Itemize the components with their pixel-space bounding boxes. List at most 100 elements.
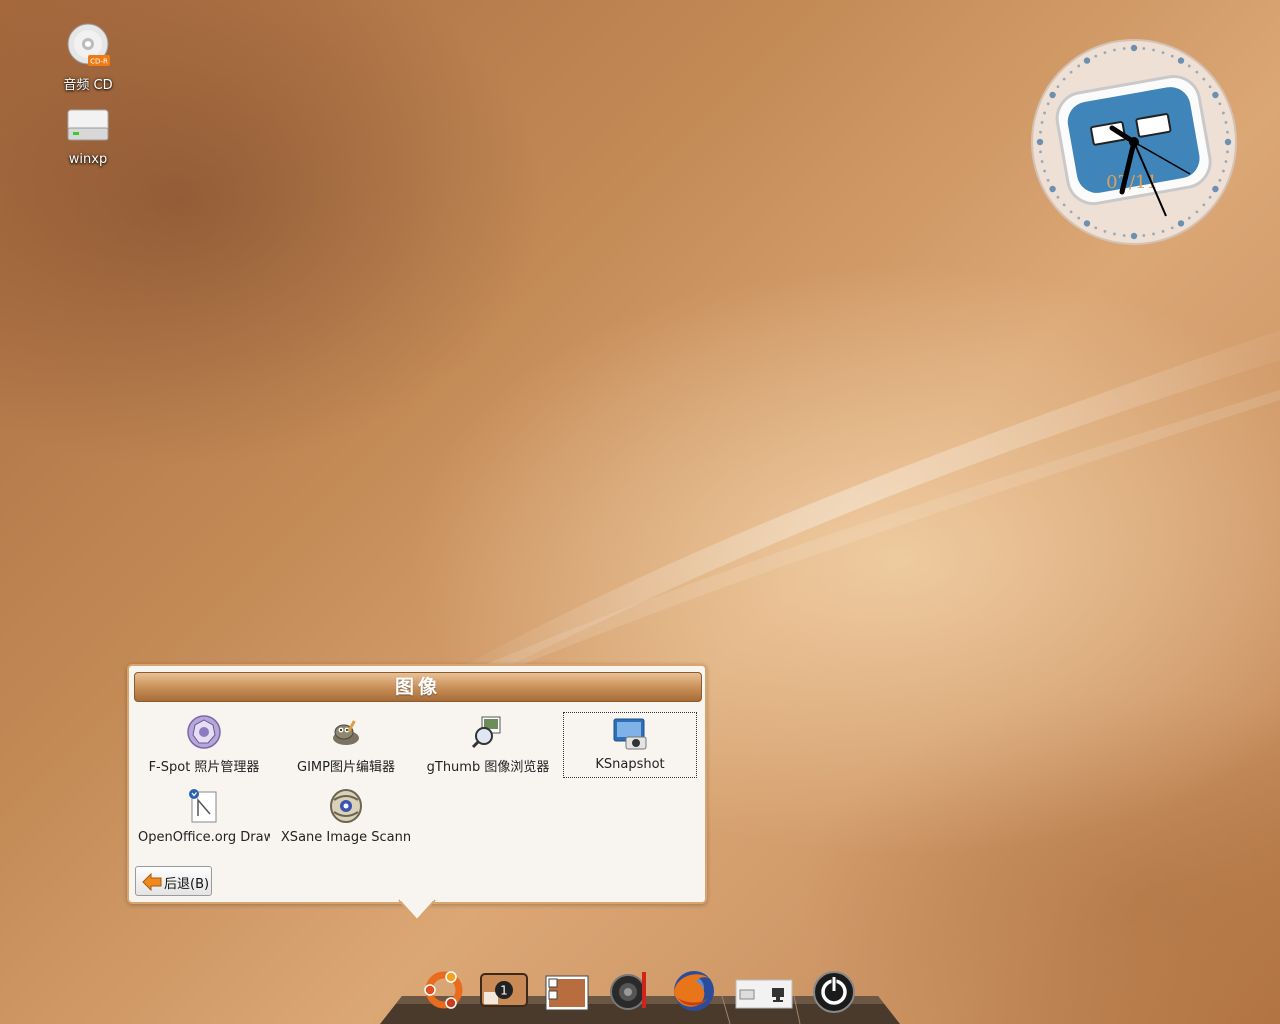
hard-drive-icon (67, 109, 109, 141)
clock-minute-marker (1202, 203, 1206, 207)
clock-minute-marker (1069, 70, 1073, 74)
clock-minute-marker (1094, 54, 1098, 58)
launcher-label: OpenOffice.org Draw (138, 830, 270, 845)
clock-hour-marker (1130, 44, 1138, 52)
clock-minute-marker (1122, 234, 1126, 237)
stack-pointer-arrow (398, 898, 436, 922)
clock-minute-marker (1221, 169, 1225, 173)
clock-minute-marker (1062, 77, 1066, 81)
launcher-ksnapshot[interactable]: KSnapshot (563, 712, 697, 778)
launcher-gthumb[interactable]: gThumb 图像浏览器 (422, 712, 554, 776)
clock-minute-marker (1046, 102, 1050, 106)
dock-power[interactable] (808, 966, 860, 1016)
clock-hour-marker (1036, 138, 1044, 146)
clock-minute-marker (1103, 229, 1107, 233)
clock-minute-marker (1208, 85, 1212, 89)
clock-minute-marker (1046, 178, 1050, 182)
dock-image-stack[interactable] (542, 966, 594, 1016)
clock-hour-marker (1049, 91, 1056, 99)
cd-icon: CD-R (67, 23, 110, 66)
clock-minute-marker (1226, 150, 1229, 154)
svg-text:CD-R: CD-R (90, 58, 108, 66)
clock-hour-marker (1212, 185, 1219, 193)
clock-minute-marker (1122, 47, 1126, 50)
launcher-label: KSnapshot (595, 757, 665, 772)
launcher-label: GIMP图片编辑器 (297, 760, 395, 775)
clock-minute-marker (1113, 232, 1116, 236)
clock-minute-marker (1077, 64, 1081, 68)
clock-minute-marker (1113, 48, 1116, 52)
clock-minute-marker (1094, 226, 1098, 230)
clock-minute-marker (1040, 160, 1044, 163)
launcher-xsane[interactable]: XSane Image Scann (280, 786, 412, 850)
clock-minute-marker (1069, 210, 1073, 214)
clock-minute-marker (1218, 102, 1222, 106)
svg-text:1: 1 (500, 984, 508, 998)
clock-hour-marker (1130, 232, 1138, 240)
openoffice-draw-icon (189, 789, 217, 823)
dock-system-tray[interactable] (734, 966, 794, 1016)
stack-popup: 图像 F-Spot 照片管理器 GIMP图片编辑器 gThumb 图像浏览器 K… (127, 664, 707, 922)
back-button-label: 后退(B) (164, 877, 210, 892)
power-icon (813, 971, 855, 1013)
clock-minute-marker (1170, 226, 1174, 230)
clock-minute-marker (1056, 195, 1060, 199)
clock-minute-marker (1224, 121, 1228, 124)
launcher-label: XSane Image Scann (280, 830, 412, 845)
arrow-left-icon (142, 873, 162, 891)
clock-minute-marker (1161, 51, 1165, 55)
dock-volume[interactable] (606, 966, 658, 1016)
clock-hour-marker (1049, 185, 1056, 193)
clock-minute-marker (1161, 229, 1165, 233)
stack-panel: 图像 F-Spot 照片管理器 GIMP图片编辑器 gThumb 图像浏览器 K… (127, 664, 707, 904)
desktop-icon-winxp[interactable]: winxp (43, 106, 133, 167)
launcher-openoffice-draw[interactable]: OpenOffice.org Draw (138, 786, 270, 850)
launcher-label: F-Spot 照片管理器 (148, 760, 260, 775)
clock-minute-marker (1218, 178, 1222, 182)
clock-hour-marker (1177, 57, 1185, 64)
clock-minute-marker (1187, 216, 1191, 220)
dock-ubuntu-menu[interactable] (418, 966, 470, 1016)
back-button[interactable]: 后退(B) (135, 866, 212, 896)
clock-minute-marker (1152, 48, 1155, 52)
clock-minute-marker (1077, 216, 1081, 220)
dock-firefox[interactable] (668, 966, 720, 1016)
clock-minute-marker (1152, 232, 1155, 236)
clock-hour-marker (1212, 91, 1219, 99)
clock-hour-marker (1177, 220, 1185, 227)
clock-hour-marker (1224, 138, 1232, 146)
clock-minute-marker (1224, 160, 1228, 163)
clock-widget[interactable]: 07/11 (1030, 38, 1238, 246)
clock-minute-marker (1170, 54, 1174, 58)
clock-minute-marker (1195, 70, 1199, 74)
f-spot-icon (187, 715, 221, 749)
desktop-icon-label: 音频 CD (63, 78, 113, 93)
desktop-icon-audio-cd[interactable]: CD-R 音频 CD (43, 22, 133, 93)
workspace-icon: 1 (480, 973, 528, 1007)
launcher-label: gThumb 图像浏览器 (426, 760, 550, 775)
clock-minute-marker (1142, 47, 1146, 50)
launcher-f-spot[interactable]: F-Spot 照片管理器 (138, 712, 270, 776)
clock-minute-marker (1040, 121, 1044, 124)
ubuntu-logo-icon (424, 971, 463, 1009)
clock-minute-marker (1039, 150, 1042, 154)
svg-text:07/11: 07/11 (1106, 172, 1158, 193)
clock-minute-marker (1043, 169, 1047, 173)
speaker-icon (610, 972, 646, 1010)
clock-minute-marker (1056, 85, 1060, 89)
dock: 1 (378, 960, 902, 1024)
clock-minute-marker (1103, 51, 1107, 55)
desktop-icon-label: winxp (68, 152, 108, 167)
clock-minute-marker (1208, 195, 1212, 199)
system-tray-icon (735, 979, 793, 1009)
clock-minute-marker (1202, 77, 1206, 81)
stack-title: 图像 (134, 672, 702, 702)
clock-minute-marker (1043, 111, 1047, 115)
clock-minute-marker (1062, 203, 1066, 207)
dock-workspace-switcher[interactable]: 1 (478, 966, 530, 1016)
launcher-gimp[interactable]: GIMP图片编辑器 (280, 712, 412, 776)
clock-minute-marker (1195, 210, 1199, 214)
clock-minute-marker (1142, 234, 1146, 237)
clock-minute-marker (1221, 111, 1225, 115)
clock-minute-marker (1187, 64, 1191, 68)
